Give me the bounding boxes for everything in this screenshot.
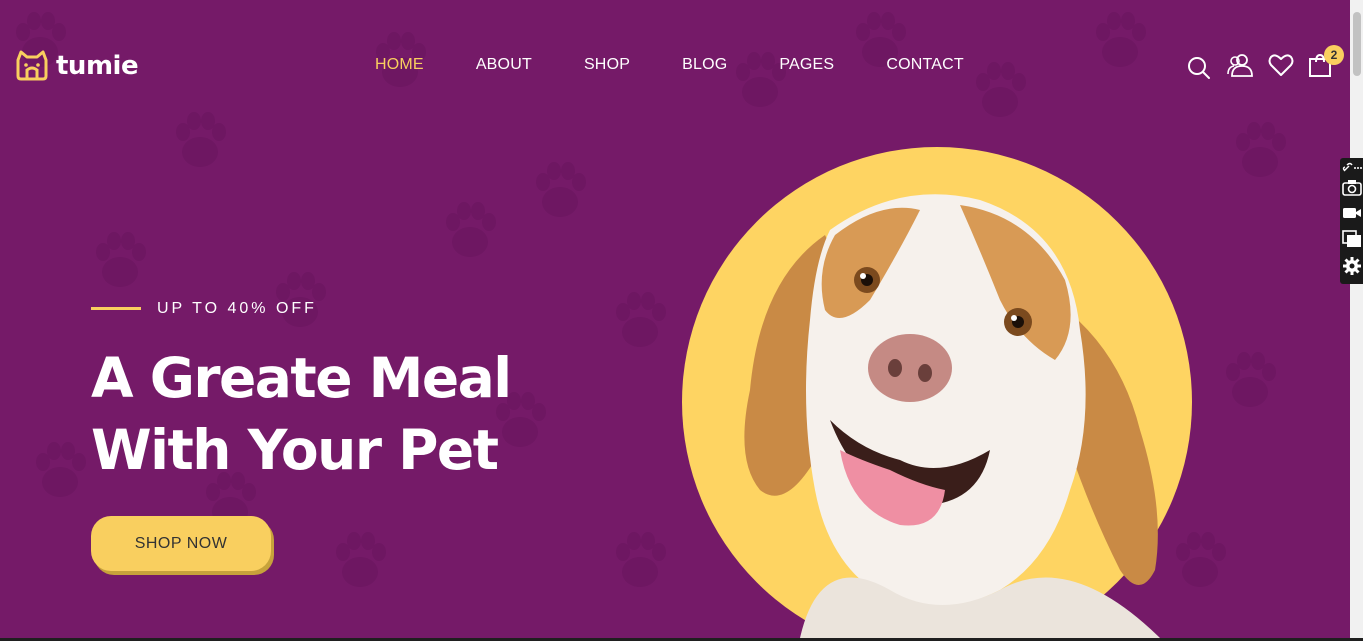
headline-line-1: A Greate Meal — [91, 346, 512, 410]
shop-now-button[interactable]: SHOP NOW — [91, 516, 271, 571]
scrollbar-thumb[interactable] — [1353, 12, 1361, 76]
nav-about[interactable]: ABOUT — [476, 56, 532, 74]
header-actions: 2 — [1186, 45, 1346, 85]
search-button[interactable] — [1186, 52, 1212, 85]
nav-contact[interactable]: CONTACT — [886, 56, 964, 74]
search-icon — [1188, 57, 1210, 79]
cart-button[interactable]: 2 — [1308, 45, 1344, 83]
brand-name: tumie — [56, 51, 139, 81]
cart-count-badge: 2 — [1324, 45, 1344, 65]
gear-icon[interactable] — [1342, 256, 1362, 276]
nav-home[interactable]: HOME — [375, 56, 424, 74]
nav-shop[interactable]: SHOP — [584, 56, 630, 74]
hero-section: tumie HOME ABOUT SHOP BLOG PAGES CONTACT — [0, 0, 1350, 638]
hero-headline: A Greate Meal With Your Pet — [91, 342, 512, 486]
cat-house-icon — [16, 50, 48, 81]
copy-icon[interactable] — [1342, 230, 1362, 248]
page-scrollbar[interactable] — [1350, 0, 1363, 641]
headline-line-2: With Your Pet — [91, 418, 499, 482]
account-button[interactable] — [1226, 52, 1254, 83]
link-icon[interactable] — [1342, 162, 1362, 174]
hero-dog-image — [682, 147, 1192, 638]
nav-pages[interactable]: PAGES — [779, 56, 834, 74]
camera-icon[interactable] — [1342, 178, 1362, 196]
brand-logo[interactable]: tumie — [14, 50, 139, 82]
heart-icon — [1268, 54, 1294, 76]
screenshot-toolbar — [1340, 158, 1363, 284]
offer-text: UP TO 40% OFF — [157, 300, 317, 317]
nav-blog[interactable]: BLOG — [682, 56, 727, 74]
video-icon[interactable] — [1342, 205, 1362, 221]
users-icon — [1227, 54, 1253, 77]
wishlist-button[interactable] — [1268, 52, 1294, 83]
main-nav: HOME ABOUT SHOP BLOG PAGES CONTACT — [375, 56, 1016, 74]
offer-divider — [91, 307, 141, 310]
